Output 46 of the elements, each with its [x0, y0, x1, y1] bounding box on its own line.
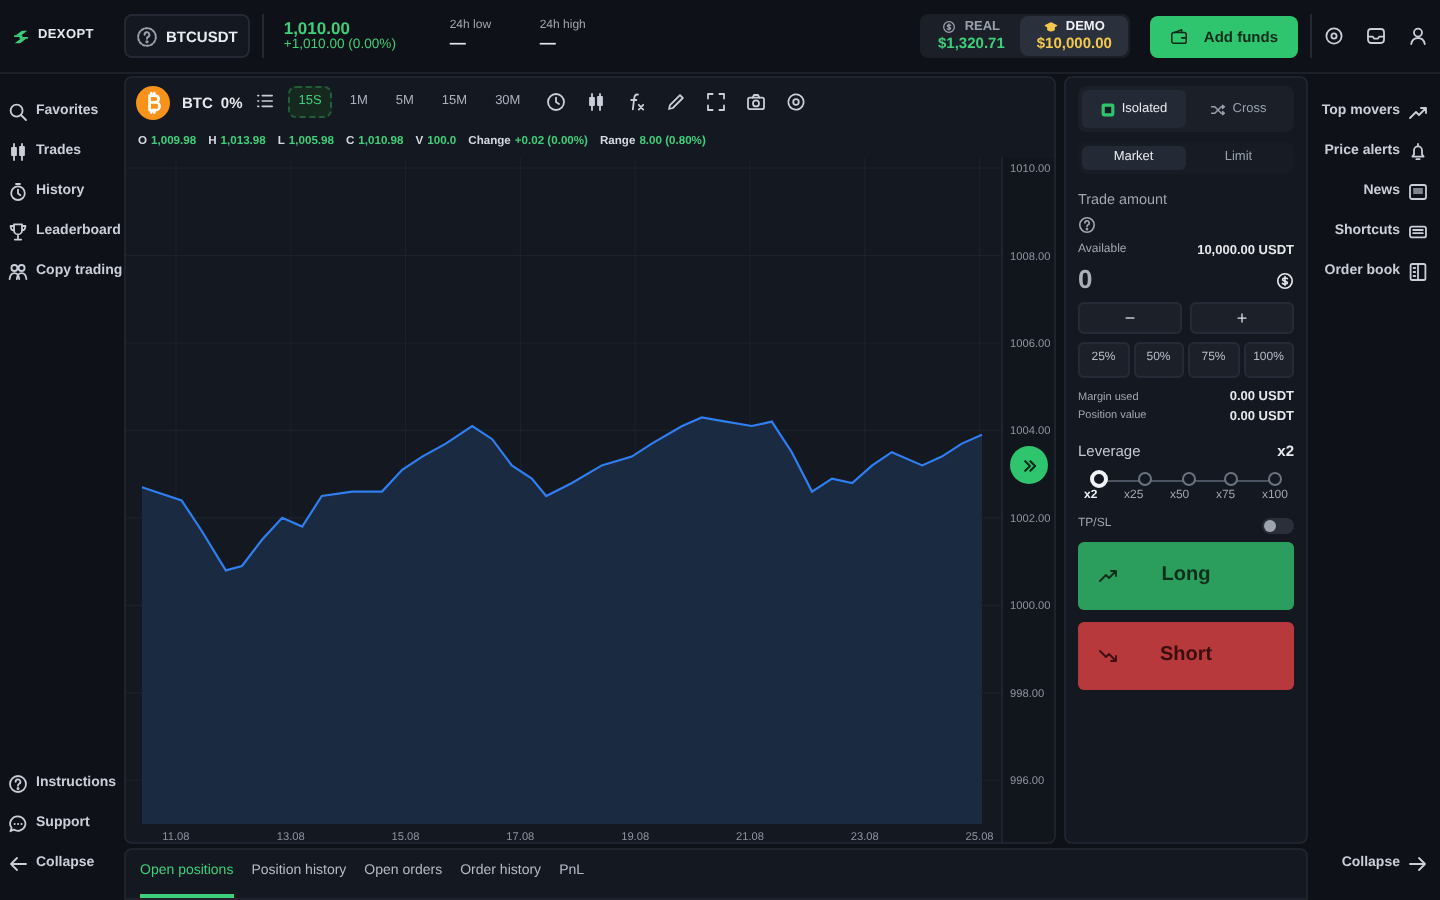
- list-icon: [256, 92, 275, 111]
- trophy-icon: [8, 222, 28, 242]
- newspaper-icon: [1408, 182, 1428, 202]
- arrow-right-icon: [1408, 854, 1428, 874]
- help-icon: [1078, 215, 1096, 234]
- graduation-cap-icon: [1043, 19, 1058, 34]
- last-price: 1,010.00: [283, 17, 352, 38]
- help-icon: [8, 774, 28, 794]
- checkbox-icon: [1099, 101, 1116, 117]
- logo-icon: [12, 27, 30, 45]
- stat-value: —: [449, 38, 468, 52]
- stat-value: —: [539, 38, 558, 52]
- trend-up-icon: [1098, 565, 1118, 586]
- search-icon: [8, 102, 28, 122]
- clock-icon: [546, 92, 567, 112]
- help-icon: [136, 25, 158, 47]
- fullscreen-icon: [706, 92, 727, 112]
- arrow-left-icon: [8, 854, 28, 874]
- inbox-icon: [1366, 26, 1386, 46]
- keyboard-icon: [1408, 222, 1428, 242]
- candlestick-icon: [8, 142, 28, 162]
- stopwatch-icon: [8, 182, 28, 202]
- coin-icon: [942, 19, 957, 34]
- bitcoin-icon: [136, 85, 170, 119]
- shuffle-icon: [1210, 101, 1227, 117]
- order-book-icon: [1408, 262, 1428, 282]
- camera-icon: [746, 92, 767, 112]
- tpsl-toggle[interactable]: [1262, 517, 1294, 534]
- double-chevron-right-icon: [1021, 457, 1037, 473]
- settings-icon: [1324, 26, 1344, 46]
- decrease-button[interactable]: −: [1078, 302, 1182, 335]
- people-icon: [8, 262, 28, 282]
- function-icon: [626, 92, 647, 112]
- amount-field[interactable]: 0: [1078, 264, 1093, 297]
- trend-up-icon: [1408, 102, 1428, 122]
- user-icon: [1408, 26, 1428, 46]
- increase-button[interactable]: +: [1190, 302, 1294, 335]
- trend-down-icon: [1098, 645, 1118, 666]
- pencil-icon: [666, 92, 687, 112]
- wallet-icon: [1169, 27, 1188, 45]
- long-button[interactable]: Long: [1078, 541, 1294, 610]
- bell-icon: [1408, 142, 1428, 162]
- chat-icon: [8, 814, 28, 834]
- coin-icon: [1276, 271, 1294, 290]
- candlestick-icon: [586, 92, 607, 112]
- settings-icon: [786, 92, 807, 112]
